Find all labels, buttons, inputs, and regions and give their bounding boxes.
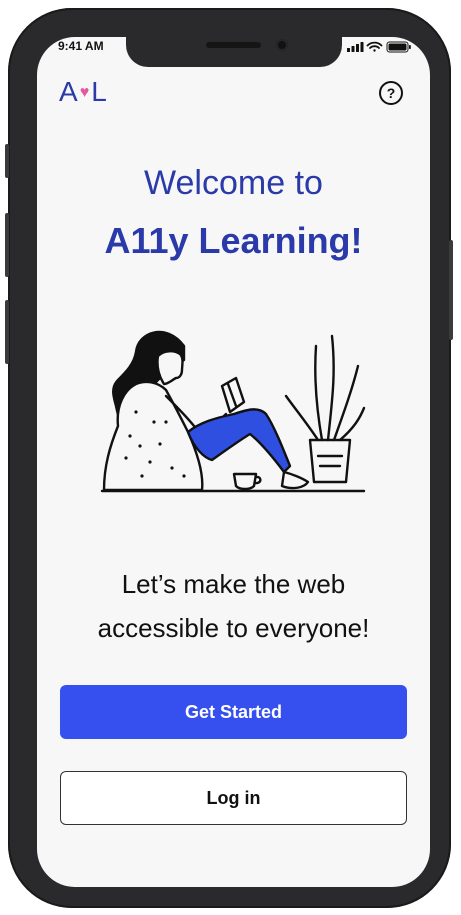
logo-letter-l: L (91, 76, 108, 107)
face (156, 350, 184, 386)
foot (280, 470, 310, 490)
question-circle-icon: ? (386, 85, 396, 101)
plant-leaves (284, 334, 366, 442)
wifi-icon (366, 41, 383, 52)
welcome-title-line1: Welcome to (144, 164, 323, 202)
tagline-line1: Let’s make the web (121, 569, 346, 599)
coffee-cup (232, 472, 258, 491)
app-logo: A♥L (59, 76, 108, 108)
help-button[interactable]: ? (379, 81, 403, 105)
signal-bars-icon (347, 42, 364, 52)
battery-icon (386, 41, 411, 53)
volume-up-button (5, 213, 9, 277)
volume-down-button (5, 300, 9, 364)
plant-pot (308, 438, 352, 484)
logo-letter-a: A (59, 76, 79, 107)
front-camera (276, 39, 288, 51)
status-time: 9:41 AM (58, 39, 104, 53)
power-button (449, 240, 453, 340)
legs-jeans (186, 408, 292, 474)
heart-icon: ♥ (79, 84, 91, 101)
get-started-button[interactable]: Get Started (60, 685, 407, 739)
mute-switch (5, 144, 9, 178)
tagline-line2: accessible to everyone! (97, 613, 370, 643)
status-icons (347, 41, 411, 53)
speaker-grille (206, 42, 261, 48)
welcome-title-line2: A11y Learning! (104, 220, 363, 261)
tagline: Let’s make the web accessible to everyon… (37, 562, 430, 650)
reading-woman-illustration (100, 330, 366, 493)
login-button[interactable]: Log in (60, 771, 407, 825)
